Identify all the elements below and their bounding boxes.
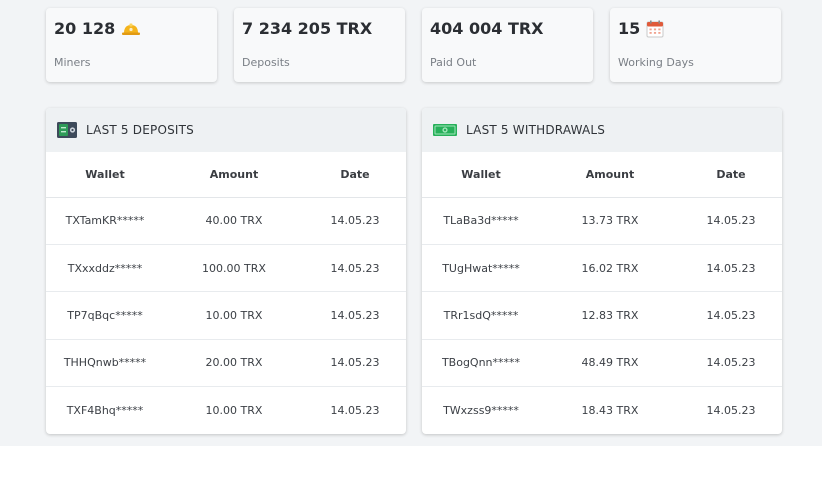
banknote-icon [433,124,457,136]
cell-wallet: TLaBa3d***** [422,197,540,245]
cell-wallet: TXTamKR***** [46,197,164,245]
stat-label-working-days: Working Days [618,56,694,69]
cell-wallet: TP7qBqc***** [46,291,164,340]
table-header-row: Wallet Amount Date [422,152,782,198]
cell-date: 14.05.23 [304,244,406,293]
table-row: TP7qBqc***** 10.00 TRX 14.05.23 [46,291,406,340]
calendar-icon [646,20,664,37]
table-header-row: Wallet Amount Date [46,152,406,198]
last-deposits-panel: LAST 5 DEPOSITS Wallet Amount Date TXTam… [46,108,406,434]
column-header-amount: Amount [540,152,680,198]
cell-amount: 13.73 TRX [540,197,680,245]
column-header-wallet: Wallet [422,152,540,198]
cell-amount: 100.00 TRX [164,244,304,293]
cell-amount: 40.00 TRX [164,197,304,245]
table-row: TBogQnn***** 48.49 TRX 14.05.23 [422,339,782,388]
cell-amount: 48.49 TRX [540,339,680,388]
cell-date: 14.05.23 [680,291,782,340]
page-footer-area [0,446,822,480]
stat-card-working-days: 15 Working Days [610,8,781,82]
cell-amount: 10.00 TRX [164,291,304,340]
panel-header-deposits: LAST 5 DEPOSITS [46,108,406,152]
hardhat-icon [122,23,141,35]
table-row: TWxzss9***** 18.43 TRX 14.05.23 [422,387,782,434]
table-row: TRr1sdQ***** 12.83 TRX 14.05.23 [422,291,782,340]
table-row: TUgHwat***** 16.02 TRX 14.05.23 [422,244,782,293]
withdrawals-table: Wallet Amount Date TLaBa3d***** 13.73 TR… [422,152,782,434]
table-row: TLaBa3d***** 13.73 TRX 14.05.23 [422,197,782,245]
panel-title-withdrawals: LAST 5 WITHDRAWALS [466,123,606,137]
stat-label-miners: Miners [54,56,91,69]
cell-amount: 10.00 TRX [205,404,263,417]
cell-date: 14.05.23 [706,404,756,417]
stats-row: 20 128 Miners 7 234 205 TRX Deposits 404… [46,8,782,82]
cell-date: 14.05.23 [304,197,406,245]
column-header-wallet: Wallet [46,152,164,198]
stat-label-deposits: Deposits [242,56,290,69]
cell-date: 14.05.23 [304,339,406,388]
stat-value-paid-out: 404 004 TRX [430,19,544,38]
stat-card-miners: 20 128 Miners [46,8,217,82]
cell-wallet: TBogQnn***** [422,339,540,388]
cell-amount: 16.02 TRX [540,244,680,293]
panel-header-withdrawals: LAST 5 WITHDRAWALS [422,108,782,152]
cell-wallet: TUgHwat***** [422,244,540,293]
cell-amount: 20.00 TRX [164,339,304,388]
cell-wallet: TWxzss9***** [443,404,519,417]
stat-card-paid-out: 404 004 TRX Paid Out [422,8,593,82]
cell-date: 14.05.23 [680,244,782,293]
cell-wallet: TXF4Bhq***** [66,404,144,417]
last-withdrawals-panel: LAST 5 WITHDRAWALS Wallet Amount Date TL… [422,108,782,434]
deposits-table: Wallet Amount Date TXTamKR***** 40.00 TR… [46,152,406,434]
table-row: THHQnwb***** 20.00 TRX 14.05.23 [46,339,406,388]
table-row: TXF4Bhq***** 10.00 TRX 14.05.23 [46,387,406,434]
panel-title-deposits: LAST 5 DEPOSITS [86,123,194,137]
cell-date: 14.05.23 [680,339,782,388]
cell-date: 14.05.23 [330,404,380,417]
cell-amount: 12.83 TRX [540,291,680,340]
table-row: TXxxddz***** 100.00 TRX 14.05.23 [46,244,406,293]
column-header-date: Date [304,152,406,198]
table-row: TXTamKR***** 40.00 TRX 14.05.23 [46,197,406,245]
cell-wallet: TRr1sdQ***** [422,291,540,340]
column-header-amount: Amount [164,152,304,198]
safe-icon [57,122,77,138]
cell-wallet: TXxxddz***** [46,244,164,293]
stat-value-working-days: 15 [618,19,664,38]
stat-value-miners: 20 128 [54,19,141,38]
column-header-date: Date [680,152,782,198]
stat-card-deposits: 7 234 205 TRX Deposits [234,8,405,82]
cell-wallet: THHQnwb***** [46,339,164,388]
stat-value-deposits: 7 234 205 TRX [242,19,373,38]
cell-date: 14.05.23 [304,291,406,340]
cell-date: 14.05.23 [680,197,782,245]
cell-amount: 18.43 TRX [581,404,639,417]
stat-label-paid-out: Paid Out [430,56,477,69]
